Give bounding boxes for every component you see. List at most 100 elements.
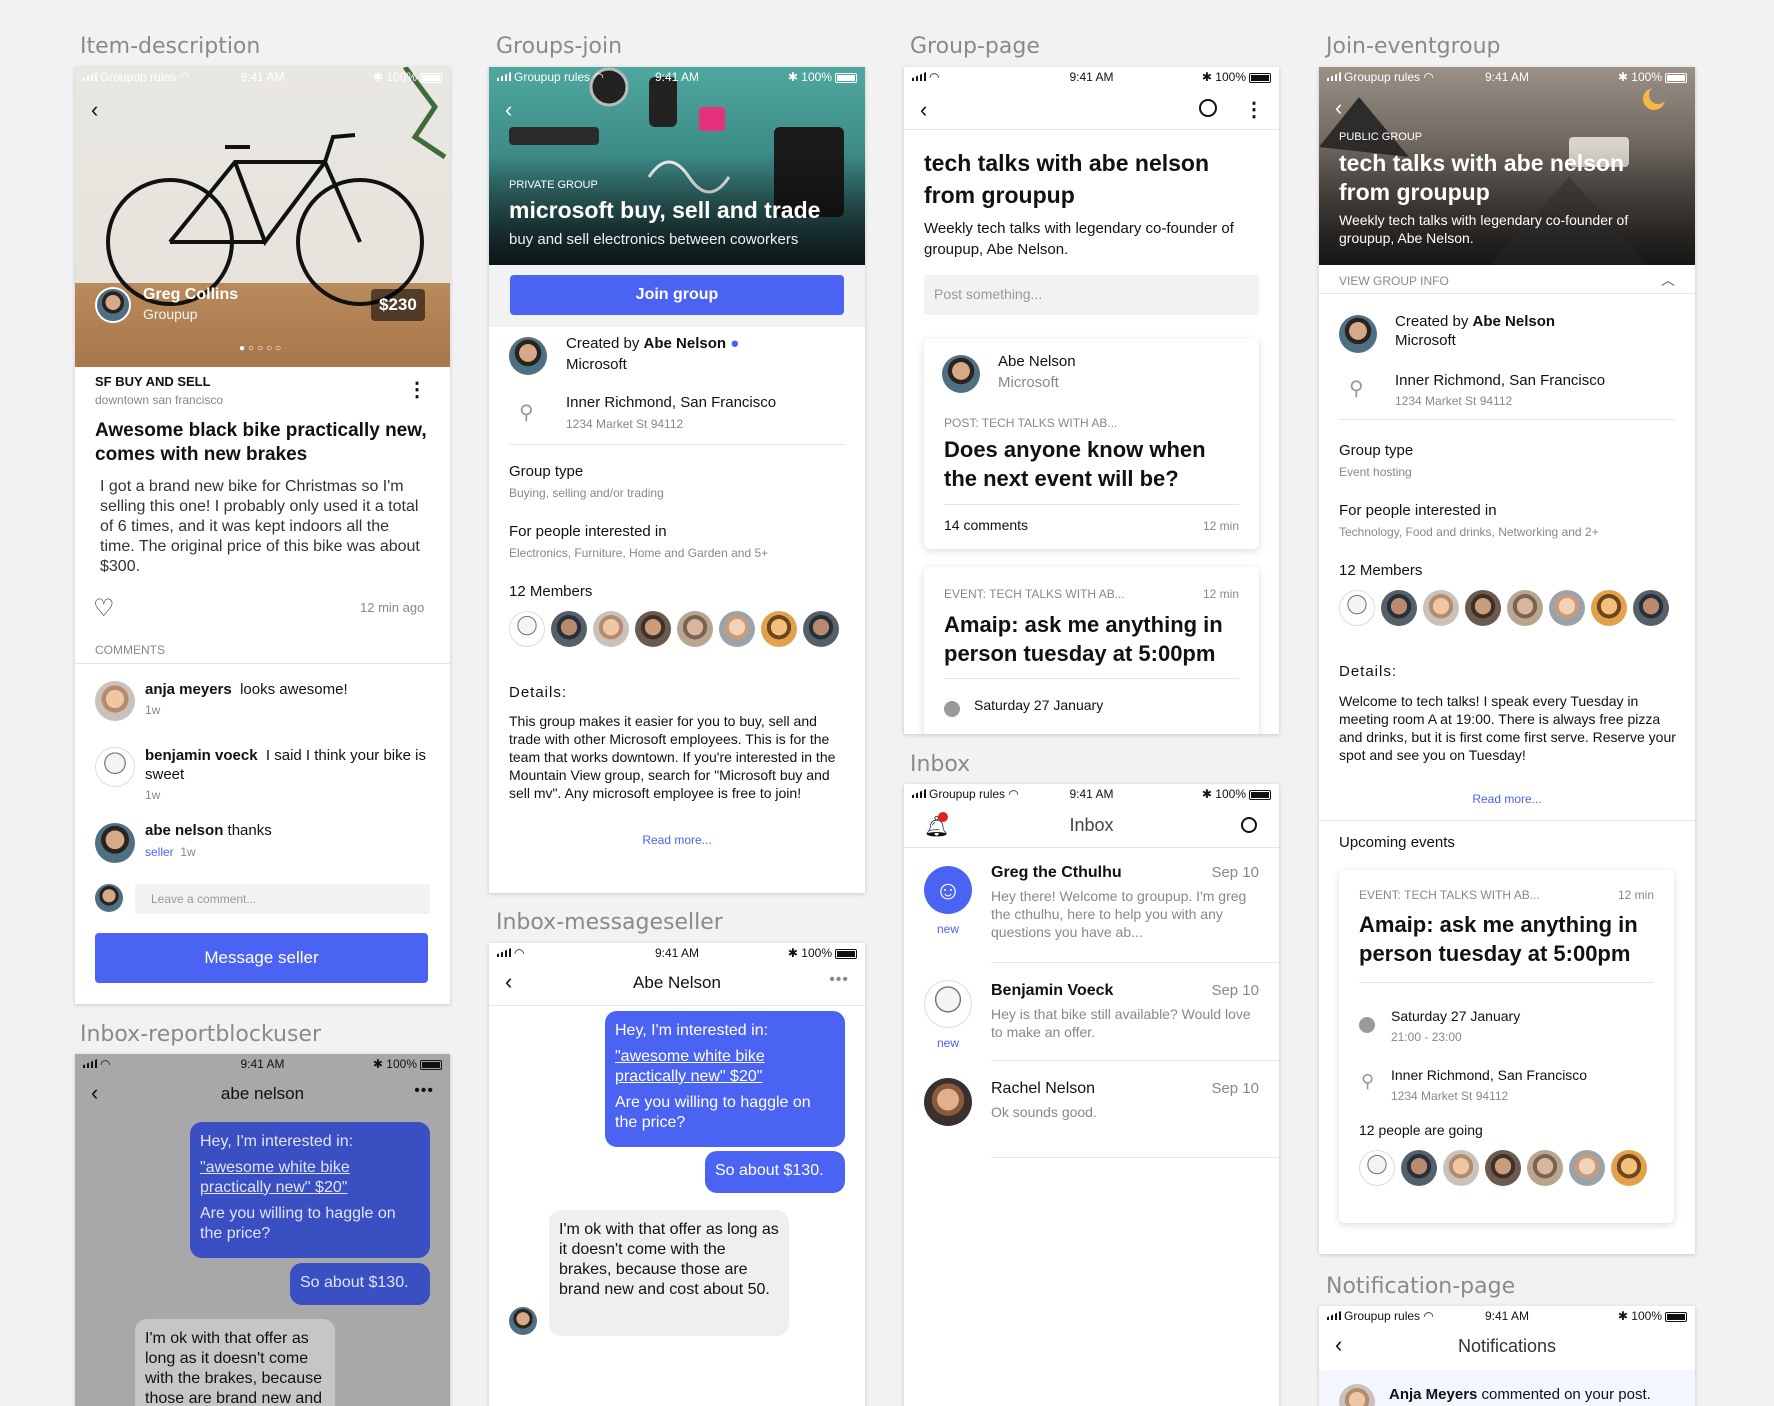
avatar[interactable] (1401, 1150, 1437, 1186)
avatar[interactable] (1527, 1150, 1563, 1186)
author-avatar[interactable] (942, 355, 980, 393)
going-avatars[interactable] (1359, 1150, 1647, 1186)
avatar[interactable] (1485, 1150, 1521, 1186)
avatar[interactable] (1381, 590, 1417, 626)
group-page-screen: ◠ 9:41 AM ✱ 100% ‹ ⋮ tech talks with abe… (904, 67, 1279, 734)
comment-meta: 1w (145, 703, 161, 717)
back-icon[interactable]: ‹ (920, 97, 927, 123)
comment-meta: 1w (180, 845, 196, 859)
read-more-link[interactable]: Read more... (489, 833, 865, 847)
divider (1319, 820, 1695, 821)
message-intro: Hey, I'm interested in: (200, 1133, 354, 1150)
avatar[interactable] (1507, 590, 1543, 626)
chevron-up-icon[interactable]: ︿ (1661, 270, 1675, 290)
avatar[interactable] (593, 611, 629, 647)
avatar[interactable] (1549, 590, 1585, 626)
post-author-org: Microsoft (998, 374, 1059, 391)
post-input[interactable]: Post something... (924, 275, 1259, 315)
read-more-link[interactable]: Read more... (1319, 792, 1695, 806)
avatar[interactable] (509, 611, 545, 647)
avatar[interactable] (1633, 590, 1669, 626)
seller-name[interactable]: Greg Collins (143, 286, 238, 304)
comment-input[interactable]: Leave a comment... (135, 884, 430, 914)
group-title: tech talks with abe nelson from groupup (1339, 150, 1625, 205)
avatar[interactable] (924, 1078, 972, 1126)
more-options-icon[interactable]: ⋮ (407, 377, 427, 402)
heart-icon[interactable]: ♡ (93, 594, 115, 623)
bike-photo (75, 67, 450, 367)
seller-avatar[interactable] (95, 287, 131, 323)
divider (1339, 419, 1675, 420)
thread-date: Sep 10 (1211, 864, 1259, 881)
view-group-info[interactable]: VIEW GROUP INFO (1339, 274, 1449, 288)
creator-org: Microsoft (566, 356, 627, 373)
avatar[interactable] (1443, 1150, 1479, 1186)
post-card[interactable]: Abe Nelson Microsoft POST: TECH TALKS WI… (924, 339, 1259, 549)
listing-link[interactable]: "awesome white bike practically new" $20… (615, 1047, 835, 1087)
thread-name[interactable]: Rachel Nelson (991, 1080, 1095, 1098)
back-icon[interactable]: ‹ (505, 97, 512, 123)
avatar[interactable] (1569, 1150, 1605, 1186)
back-icon[interactable]: ‹ (1335, 95, 1342, 121)
event-card[interactable]: EVENT: TECH TALKS WITH AB... 12 min Amai… (924, 567, 1259, 734)
creator-avatar[interactable] (1339, 315, 1377, 353)
more-options-icon[interactable]: ••• (829, 971, 849, 989)
avatar[interactable] (1359, 1150, 1395, 1186)
avatar[interactable] (1591, 590, 1627, 626)
avatar[interactable] (1611, 1150, 1647, 1186)
avatar[interactable] (95, 681, 135, 721)
creator-name[interactable]: Abe Nelson (1473, 313, 1556, 330)
divider (991, 1060, 1279, 1061)
avatar[interactable] (1423, 590, 1459, 626)
search-icon[interactable] (1241, 817, 1257, 833)
comment-author[interactable]: benjamin voeck (145, 747, 258, 764)
carousel-dots[interactable]: ●○○○○ (239, 343, 284, 354)
more-options-icon[interactable]: ⋮ (1244, 97, 1264, 122)
event-going: 12 people are going (1359, 1122, 1483, 1138)
comment-author[interactable]: abe nelson (145, 822, 223, 839)
message-bubble: So about $130. (290, 1263, 430, 1305)
avatar[interactable] (677, 611, 713, 647)
comment-author[interactable]: anja meyers (145, 681, 232, 698)
conversation-title: abe nelson (220, 1084, 305, 1103)
post-comment-count[interactable]: 14 comments (944, 517, 1028, 533)
thread-name[interactable]: Greg the Cthulhu (991, 864, 1122, 882)
group-type-label: Group type (509, 463, 584, 480)
creator-avatar[interactable] (509, 337, 547, 375)
divider (944, 678, 1239, 679)
notification-actor[interactable]: Anja Meyers (1389, 1386, 1477, 1403)
members-avatars[interactable] (509, 611, 839, 647)
message-seller-button[interactable]: Message seller (95, 933, 428, 983)
listing-link[interactable]: "awesome white bike practically new" $20… (200, 1158, 420, 1198)
avatar[interactable] (719, 611, 755, 647)
avatar[interactable] (803, 611, 839, 647)
status-bar: ◠ 9:41 AM ✱ 100% (489, 943, 865, 963)
search-icon[interactable] (1199, 99, 1217, 117)
avatar[interactable] (95, 823, 135, 863)
event-card[interactable]: EVENT: TECH TALKS WITH AB... 12 min Amai… (1339, 870, 1674, 1223)
members-avatars[interactable] (1339, 590, 1669, 626)
cthulhu-avatar[interactable]: ☺ (924, 866, 972, 914)
status-battery: 100% (801, 70, 832, 84)
thread-date: Sep 10 (1211, 1080, 1259, 1097)
group-subtitle: Weekly tech talks with legendary co-foun… (1339, 212, 1629, 246)
creator-name[interactable]: Abe Nelson (644, 335, 727, 352)
post-author[interactable]: Abe Nelson (998, 353, 1076, 370)
join-group-button[interactable]: Join group (510, 275, 844, 315)
thread-name[interactable]: Benjamin Voeck (991, 982, 1113, 1000)
more-options-icon[interactable]: ••• (414, 1082, 434, 1100)
avatar[interactable] (551, 611, 587, 647)
avatar[interactable] (1339, 590, 1375, 626)
group-name[interactable]: SF BUY AND SELL (95, 374, 211, 389)
avatar[interactable] (635, 611, 671, 647)
back-icon[interactable]: ‹ (91, 97, 98, 123)
sender-avatar[interactable] (509, 1307, 537, 1335)
avatar[interactable] (924, 980, 972, 1028)
avatar[interactable] (1465, 590, 1501, 626)
members-count: 12 Members (1339, 562, 1423, 579)
thread-preview: Hey is that bike still available? Would … (991, 1006, 1251, 1040)
created-by: Created by Abe Nelson (1395, 313, 1555, 330)
avatar[interactable] (761, 611, 797, 647)
avatar[interactable] (95, 747, 135, 787)
screen-label-inbox: Inbox (910, 752, 971, 777)
